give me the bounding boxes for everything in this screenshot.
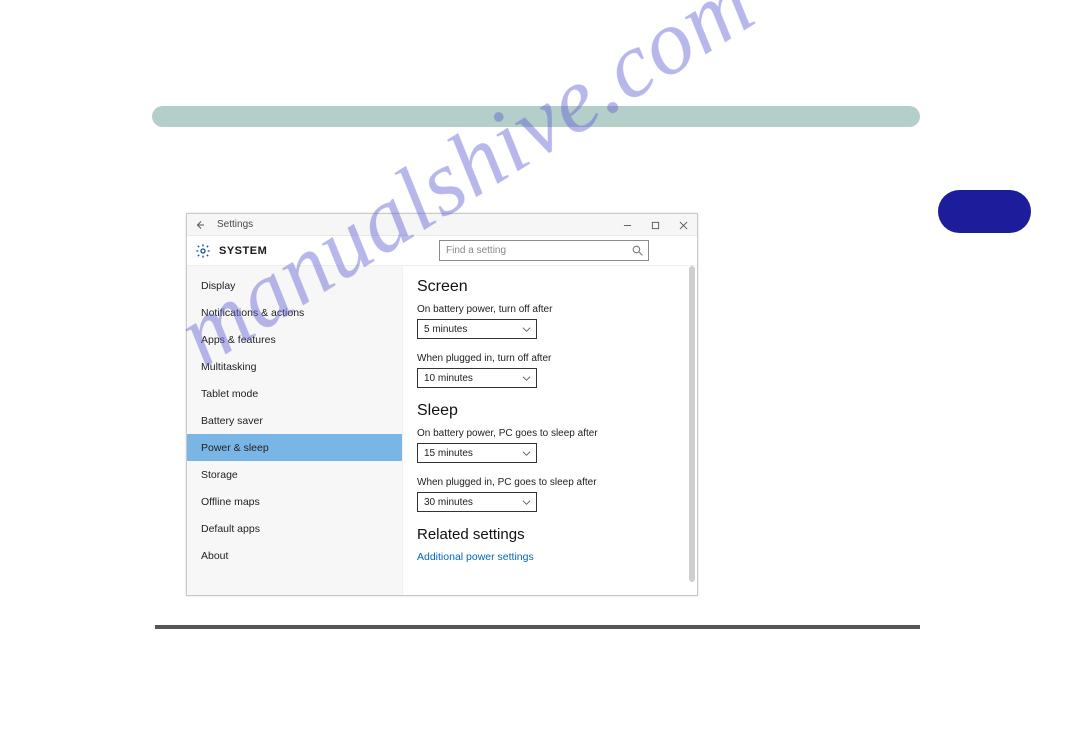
screen-plugged-label: When plugged in, turn off after <box>417 353 683 364</box>
screen-battery-dropdown[interactable]: 5 minutes <box>417 319 537 339</box>
sidebar-item-notifications-actions[interactable]: Notifications & actions <box>187 299 402 326</box>
body-wrap: DisplayNotifications & actionsApps & fea… <box>187 266 697 595</box>
chevron-down-icon <box>522 374 531 383</box>
dropdown-value: 5 minutes <box>424 324 467 335</box>
sidebar-item-tablet-mode[interactable]: Tablet mode <box>187 380 402 407</box>
close-icon <box>679 221 688 230</box>
sleep-plugged-label: When plugged in, PC goes to sleep after <box>417 477 683 488</box>
banner-bar <box>152 106 920 127</box>
sleep-battery-dropdown[interactable]: 15 minutes <box>417 443 537 463</box>
dropdown-value: 10 minutes <box>424 373 473 384</box>
chevron-down-icon <box>522 498 531 507</box>
system-header-row: SYSTEM <box>187 236 697 266</box>
sidebar-item-battery-saver[interactable]: Battery saver <box>187 407 402 434</box>
gear-icon <box>195 243 211 259</box>
sidebar-item-default-apps[interactable]: Default apps <box>187 515 402 542</box>
search-input[interactable] <box>440 241 648 260</box>
screen-battery-label: On battery power, turn off after <box>417 304 683 315</box>
window-controls <box>613 214 697 236</box>
chevron-down-icon <box>522 325 531 334</box>
additional-power-settings-link[interactable]: Additional power settings <box>417 551 534 563</box>
sleep-plugged-dropdown[interactable]: 30 minutes <box>417 492 537 512</box>
close-button[interactable] <box>669 214 697 236</box>
minimize-button[interactable] <box>613 214 641 236</box>
sleep-battery-label: On battery power, PC goes to sleep after <box>417 428 683 439</box>
scrollbar[interactable] <box>689 266 695 582</box>
content-area: Screen On battery power, turn off after … <box>403 266 697 595</box>
titlebar: Settings <box>187 214 697 236</box>
settings-window: Settings SYSTEM Disp <box>186 213 698 596</box>
sidebar-item-display[interactable]: Display <box>187 272 402 299</box>
system-label: SYSTEM <box>219 245 267 257</box>
search-icon <box>631 244 644 257</box>
dropdown-value: 15 minutes <box>424 448 473 459</box>
chevron-down-icon <box>522 449 531 458</box>
maximize-button[interactable] <box>641 214 669 236</box>
window-title: Settings <box>217 219 253 230</box>
sidebar-item-about[interactable]: About <box>187 542 402 569</box>
search-wrap <box>439 240 649 261</box>
dropdown-value: 30 minutes <box>424 497 473 508</box>
sidebar-item-apps-features[interactable]: Apps & features <box>187 326 402 353</box>
back-button[interactable] <box>187 214 213 236</box>
screen-heading: Screen <box>417 278 683 296</box>
arrow-left-icon <box>194 219 206 231</box>
related-heading: Related settings <box>417 526 683 543</box>
sidebar-item-offline-maps[interactable]: Offline maps <box>187 488 402 515</box>
sleep-heading: Sleep <box>417 402 683 420</box>
minimize-icon <box>623 221 632 230</box>
sidebar-item-storage[interactable]: Storage <box>187 461 402 488</box>
sidebar-item-multitasking[interactable]: Multitasking <box>187 353 402 380</box>
blue-pill <box>938 190 1031 233</box>
screen-plugged-dropdown[interactable]: 10 minutes <box>417 368 537 388</box>
sidebar-item-power-sleep[interactable]: Power & sleep <box>187 434 402 461</box>
divider-bar <box>155 625 920 629</box>
maximize-icon <box>651 221 660 230</box>
sidebar: DisplayNotifications & actionsApps & fea… <box>187 266 403 595</box>
